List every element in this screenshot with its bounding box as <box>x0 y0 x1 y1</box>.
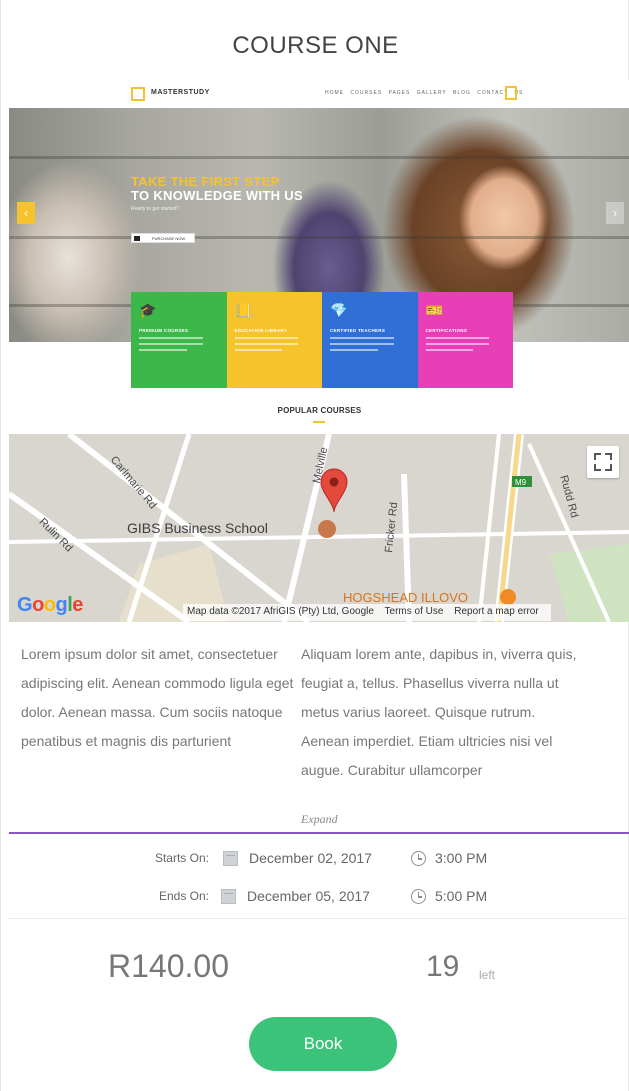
text-line <box>139 343 203 345</box>
chevron-right-icon: › <box>606 202 624 224</box>
course-preview-image: MASTERSTUDY HOME COURSES PAGES GALLERY B… <box>9 80 629 434</box>
feature-tile-courses: 🎓 PREMIUM COURSES <box>131 292 227 388</box>
text-line <box>234 349 283 351</box>
fullscreen-icon <box>594 464 601 471</box>
map-pin-icon <box>320 468 348 513</box>
book-icon: 📒 <box>234 302 252 318</box>
book-button[interactable]: Book <box>249 1017 397 1071</box>
map-pin-dot <box>329 477 339 487</box>
feature-tile-title: PREMIUM COURSES <box>139 328 189 333</box>
spots-remaining: 19 <box>426 950 460 983</box>
location-map[interactable]: M9 Carlmarie Rd Rudd Rd Rulin Rd Fricker… <box>9 434 629 622</box>
feature-tile-certifications: 🎫 CERTIFICATIONS <box>417 292 513 388</box>
hero-headline-1: TAKE THE FIRST STEP <box>131 174 280 189</box>
cart-icon <box>505 86 517 100</box>
graduation-cap-icon: 🎓 <box>139 302 157 318</box>
section-divider <box>9 832 629 834</box>
google-logo[interactable]: Google <box>17 594 83 617</box>
map-place-label: GIBS Business School <box>127 520 268 536</box>
description-fade <box>21 780 621 812</box>
heading-underline <box>313 421 325 423</box>
description-column-2: Aliquam lorem ante, dapibus in, viverra … <box>301 646 577 778</box>
spots-left-label: left <box>479 968 496 982</box>
text-line <box>139 337 203 339</box>
end-time: 5:00 PM <box>435 888 488 904</box>
text-line <box>330 343 394 345</box>
map-attribution: Map data ©2017 AfriGIS (Pty) Ltd, Google <box>187 606 374 617</box>
preview-menu: HOME COURSES PAGES GALLERY BLOG CONTACT … <box>325 90 524 96</box>
road <box>477 434 501 622</box>
preview-navbar: MASTERSTUDY HOME COURSES PAGES GALLERY B… <box>9 80 629 108</box>
popular-courses-heading: POPULAR COURSES <box>277 406 362 415</box>
start-date: December 02, 2017 <box>249 850 372 866</box>
report-map-error-link[interactable]: Report a map error <box>454 606 538 617</box>
chevron-left-icon: ‹ <box>17 202 35 224</box>
feature-tile-title: CERTIFIED TEACHERS <box>330 328 386 333</box>
clock-icon <box>411 889 426 904</box>
calendar-icon <box>223 851 238 866</box>
fullscreen-icon <box>605 453 612 460</box>
shelf-decoration <box>9 156 629 159</box>
text-line <box>425 349 474 351</box>
map-poi-label: HOGSHEAD ILLOVO <box>343 590 468 605</box>
certificate-icon: 🎫 <box>425 302 443 318</box>
hero-purchase-button: PURCHASE NOW <box>131 233 195 243</box>
text-line <box>139 349 187 351</box>
text-line <box>425 343 490 345</box>
ends-on-label: Ends On: <box>158 889 209 903</box>
park-area <box>549 544 629 622</box>
feature-tiles: 🎓 PREMIUM COURSES 📒 EDUCATION LIBRARY 💎 … <box>131 292 513 388</box>
school-icon <box>318 520 336 538</box>
course-title: COURSE ONE <box>232 32 399 59</box>
text-line <box>234 337 299 339</box>
fullscreen-icon <box>594 453 601 460</box>
terms-of-use-link[interactable]: Terms of Use <box>385 606 444 617</box>
logo-icon <box>131 87 145 101</box>
fullscreen-button[interactable] <box>587 446 619 478</box>
start-time: 3:00 PM <box>435 850 488 866</box>
hero-headline-2: TO KNOWLEDGE WITH US <box>131 188 303 203</box>
map-footer: Map data ©2017 AfriGIS (Pty) Ltd, Google… <box>183 604 551 621</box>
text-line <box>330 349 378 351</box>
calendar-icon <box>221 889 236 904</box>
clock-icon <box>411 851 426 866</box>
text-line <box>330 337 394 339</box>
road <box>9 530 629 544</box>
expand-link[interactable]: Expand <box>301 812 338 827</box>
course-card: COURSE ONE MASTERSTUDY HOME COURSES PAGE… <box>0 0 629 1091</box>
shelf-decoration <box>9 236 629 239</box>
starts-on-label: Starts On: <box>154 851 209 865</box>
feature-tile-title: CERTIFICATIONS <box>425 328 468 333</box>
text-line <box>425 337 490 339</box>
fullscreen-icon <box>605 464 612 471</box>
hero-subline: Ready to get started? <box>131 206 179 212</box>
preview-logo-text: MASTERSTUDY <box>151 89 210 96</box>
poi-icon <box>500 589 516 605</box>
course-price: R140.00 <box>108 948 229 984</box>
feature-tile-teachers: 💎 CERTIFIED TEACHERS <box>322 292 418 388</box>
route-badge-text: M9 <box>515 478 527 487</box>
description-column-1: Lorem ipsum dolor sit amet, consectetuer… <box>21 646 294 749</box>
diamond-icon: 💎 <box>330 302 348 318</box>
text-line <box>234 343 299 345</box>
play-icon <box>134 236 140 241</box>
end-date-row: Ends On: December 05, 2017 5:00 PM <box>1 886 629 908</box>
end-date: December 05, 2017 <box>247 888 370 904</box>
feature-tile-title: EDUCATION LIBRARY <box>234 328 288 333</box>
start-date-row: Starts On: December 02, 2017 3:00 PM <box>1 848 629 870</box>
hero-purchase-label: PURCHASE NOW <box>152 236 186 241</box>
section-divider <box>9 918 629 919</box>
feature-tile-library: 📒 EDUCATION LIBRARY <box>226 292 322 388</box>
course-description: Lorem ipsum dolor sit amet, consectetuer… <box>21 640 621 812</box>
